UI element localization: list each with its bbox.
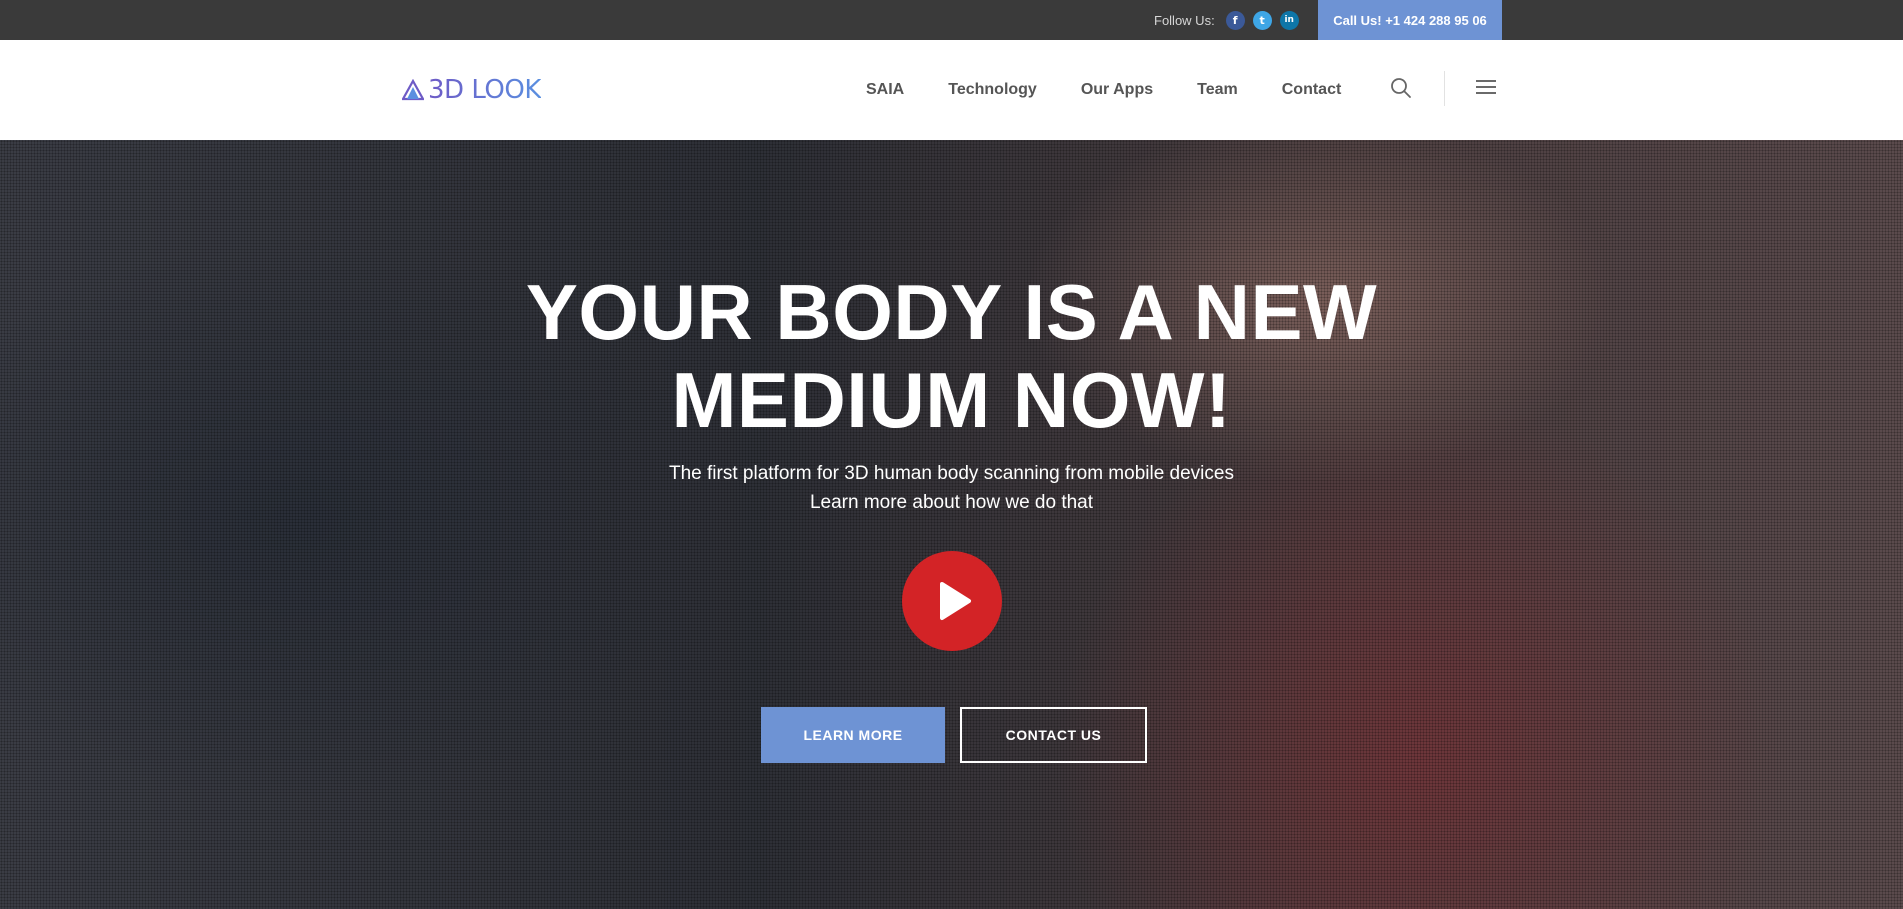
twitter-glyph: t	[1259, 13, 1265, 27]
follow-label: Follow Us:	[1154, 12, 1215, 28]
header-divider	[1444, 71, 1445, 106]
call-us-button[interactable]: Call Us! +1 424 288 95 06	[1318, 0, 1502, 40]
linkedin-icon[interactable]: in	[1279, 10, 1299, 30]
facebook-icon[interactable]: f	[1225, 10, 1245, 30]
logo-text: 3D LOOK	[428, 75, 541, 105]
hero-content: YOUR BODY IS A NEW MEDIUM NOW! The first…	[0, 140, 1903, 909]
hero-subtitle-line-1: The first platform for 3D human body sca…	[669, 463, 1234, 484]
hero-subtitle-line-2: Learn more about how we do that	[809, 492, 1094, 513]
play-icon	[940, 582, 971, 620]
hero-section: YOUR BODY IS A NEW MEDIUM NOW! The first…	[0, 140, 1903, 909]
hamburger-menu-icon[interactable]	[1475, 78, 1497, 96]
contact-us-button[interactable]: CONTACT US	[960, 707, 1147, 763]
facebook-glyph: f	[1232, 13, 1238, 27]
site-header: 3D LOOK SAIA Technology Our Apps Team Co…	[0, 40, 1903, 140]
nav-item-saia[interactable]: SAIA	[866, 81, 904, 99]
top-bar: Follow Us: f t in Call Us! +1 424 288 95…	[0, 0, 1903, 40]
nav-item-our-apps[interactable]: Our Apps	[1081, 81, 1153, 99]
nav-item-technology[interactable]: Technology	[948, 81, 1037, 99]
hero-title-line-1: YOUR BODY IS A NEW	[525, 268, 1378, 356]
logo[interactable]: 3D LOOK	[402, 74, 541, 106]
nav-item-team[interactable]: Team	[1197, 81, 1238, 99]
linkedin-glyph: in	[1284, 15, 1294, 25]
twitter-icon[interactable]: t	[1252, 10, 1272, 30]
hero-title-line-2: MEDIUM NOW!	[671, 356, 1232, 444]
learn-more-button[interactable]: LEARN MORE	[761, 707, 945, 763]
hero-title: YOUR BODY IS A NEW MEDIUM NOW!	[0, 268, 1903, 444]
logo-mark-icon	[402, 79, 424, 101]
hero-subtitle: The first platform for 3D human body sca…	[0, 459, 1903, 517]
follow-us: Follow Us: f t in	[1154, 0, 1299, 40]
play-video-button[interactable]	[902, 551, 1002, 651]
nav-item-contact[interactable]: Contact	[1282, 81, 1342, 99]
search-icon[interactable]	[1389, 76, 1413, 100]
main-nav: SAIA Technology Our Apps Team Contact	[866, 40, 1341, 140]
